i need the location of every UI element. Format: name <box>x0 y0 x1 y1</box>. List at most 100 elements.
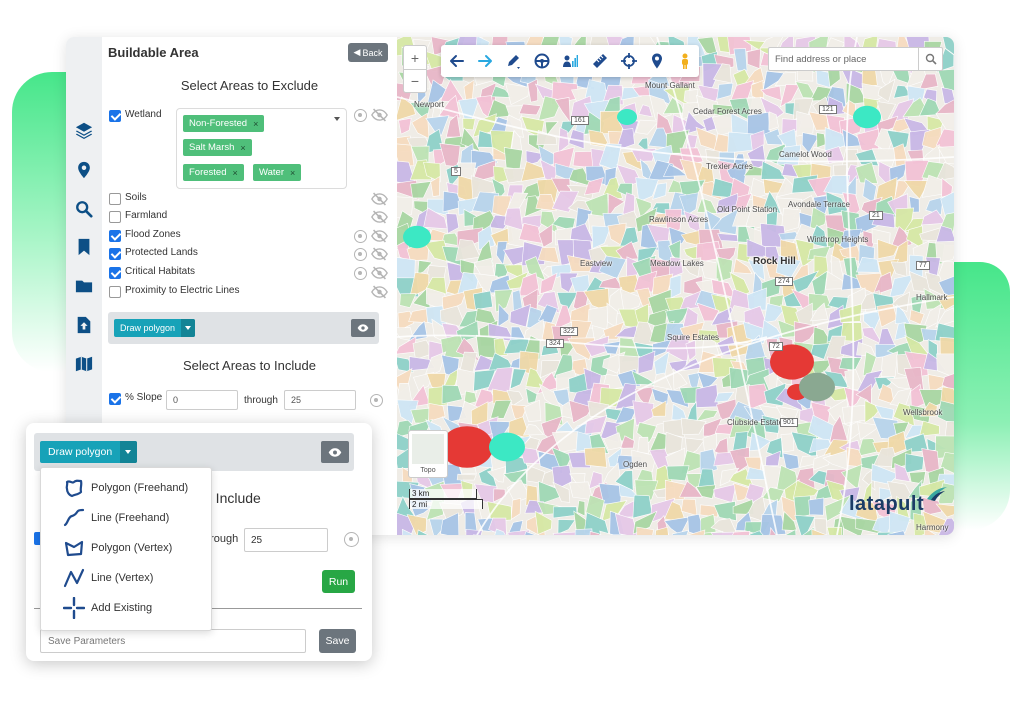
location-pin-icon[interactable] <box>75 161 93 179</box>
chip-remove-icon[interactable]: × <box>233 168 238 178</box>
checkbox-wetland[interactable] <box>109 110 121 122</box>
highway-shield: 77 <box>916 261 930 270</box>
draw-polygon-label: Draw polygon <box>48 446 113 458</box>
eye-icon <box>328 447 342 457</box>
chip-salt-marsh: Salt Marsh × <box>183 139 252 156</box>
checkbox-slope[interactable] <box>109 393 121 405</box>
crosshair-icon[interactable] <box>621 53 637 69</box>
back-button[interactable]: ◀ Back <box>348 43 388 62</box>
checkbox-protected-lands[interactable] <box>109 248 121 260</box>
eye-off-icon[interactable] <box>371 285 388 299</box>
zoom-in-button[interactable]: + <box>404 46 426 69</box>
map-icon[interactable] <box>75 355 93 373</box>
highway-shield: 5 <box>451 167 461 176</box>
chip-non-forested: Non-Forested × <box>183 115 265 132</box>
steering-wheel-icon[interactable] <box>534 53 550 69</box>
checkbox-flood-zones[interactable] <box>109 230 121 242</box>
chip-remove-icon[interactable]: × <box>290 168 295 178</box>
map-view[interactable]: Rock Hill Meadow Lakes Old Point Station… <box>397 37 954 535</box>
search-input[interactable]: Find address or place <box>775 54 866 65</box>
parcel-shape <box>939 336 954 357</box>
menu-item-line-vertex[interactable]: Line (Vertex) <box>41 564 211 592</box>
run-button[interactable]: Run <box>322 570 355 593</box>
chip-remove-icon[interactable]: × <box>253 119 258 129</box>
eye-toggle-button[interactable] <box>351 319 375 337</box>
parcel-shape <box>826 526 843 535</box>
chip-remove-icon[interactable]: × <box>240 143 245 153</box>
checkbox-farmland[interactable] <box>109 211 121 223</box>
menu-item-label: Polygon (Freehand) <box>91 482 189 494</box>
checkbox-soils[interactable] <box>109 193 121 205</box>
search-button[interactable] <box>918 48 942 70</box>
bookmark-icon[interactable] <box>75 238 93 256</box>
eye-off-icon[interactable] <box>371 229 388 243</box>
layers-icon[interactable] <box>75 121 93 139</box>
save-button[interactable]: Save <box>319 629 356 653</box>
label-proximity-electric-lines: Proximity to Electric Lines <box>125 285 240 296</box>
draw-polygon-button[interactable]: Draw polygon <box>114 319 196 337</box>
chip-forested: Forested × <box>183 164 244 181</box>
pegman-icon[interactable] <box>677 53 693 69</box>
save-parameters-input[interactable]: Save Parameters <box>40 629 306 653</box>
slope-to-input[interactable]: 25 <box>244 528 328 552</box>
chevron-down-icon[interactable] <box>120 441 138 463</box>
basemap-switcher[interactable]: Topo <box>408 430 448 478</box>
parcel-shape <box>780 433 795 453</box>
protected-lands-row-actions <box>354 247 388 261</box>
label-critical-habitats: Critical Habitats <box>125 266 196 277</box>
place-label: Rock Hill <box>753 256 796 267</box>
polygon-vertex-icon <box>63 537 85 559</box>
wetland-type-select[interactable]: Non-Forested × Salt Marsh × Forested × Wate… <box>176 108 347 189</box>
eye-off-icon[interactable] <box>371 210 388 224</box>
latapult-logo: latapult <box>849 487 947 516</box>
search-icon[interactable] <box>75 200 93 218</box>
polygon-freehand-icon <box>63 477 85 499</box>
slope-from-input[interactable]: 0 <box>166 390 238 410</box>
label-soils: Soils <box>125 192 147 203</box>
eye-off-icon[interactable] <box>371 247 388 261</box>
folder-icon[interactable] <box>75 277 93 295</box>
target-icon[interactable] <box>354 247 367 261</box>
menu-item-polygon-freehand[interactable]: Polygon (Freehand) <box>41 474 211 502</box>
menu-item-add-existing[interactable]: Add Existing <box>41 594 211 622</box>
highlight-parcel <box>441 426 493 468</box>
menu-item-line-freehand[interactable]: Line (Freehand) <box>41 504 211 532</box>
eye-toggle-button[interactable] <box>321 441 349 463</box>
zoom-out-button[interactable]: − <box>404 69 426 92</box>
highlight-parcel <box>617 109 637 125</box>
include-section-title: Select Areas to Include <box>183 358 316 373</box>
draw-polygon-bar: Draw polygon <box>108 312 379 344</box>
place-label: Squire Estates <box>667 333 720 342</box>
target-icon[interactable] <box>354 229 367 243</box>
target-icon[interactable] <box>354 266 367 280</box>
draw-polygon-button[interactable]: Draw polygon <box>40 441 138 463</box>
chevron-down-icon[interactable] <box>334 117 340 121</box>
logo-bird-icon <box>927 487 947 501</box>
target-icon[interactable] <box>344 532 359 547</box>
target-icon[interactable] <box>370 394 383 407</box>
person-chart-icon[interactable] <box>562 53 578 69</box>
checkbox-critical-habitats[interactable] <box>109 267 121 279</box>
target-icon[interactable] <box>354 108 367 122</box>
parcel-shape <box>472 290 493 310</box>
label-slope: % Slope <box>125 392 163 403</box>
parcel-shape <box>841 405 866 424</box>
map-search: Find address or place <box>768 47 943 71</box>
upload-icon[interactable] <box>75 316 93 334</box>
scale-km: 3 km <box>409 489 477 499</box>
logo-text: latapult <box>849 493 925 515</box>
eye-off-icon[interactable] <box>371 108 388 122</box>
pencil-icon[interactable] <box>505 53 521 69</box>
forward-arrow-icon[interactable] <box>477 53 493 69</box>
ruler-icon[interactable] <box>592 53 608 69</box>
slope-to-input[interactable]: 25 <box>284 390 356 410</box>
checkbox-proximity-electric-lines[interactable] <box>109 286 121 298</box>
menu-item-polygon-vertex[interactable]: Polygon (Vertex) <box>41 534 211 562</box>
basemap-thumbnail <box>412 434 444 464</box>
eye-off-icon[interactable] <box>371 266 388 280</box>
location-pin-icon[interactable] <box>649 53 665 69</box>
chevron-down-icon[interactable] <box>181 319 196 337</box>
eye-off-icon[interactable] <box>371 192 388 206</box>
back-arrow-icon[interactable] <box>449 53 465 69</box>
place-label: Rawlinson Acres <box>649 215 709 224</box>
